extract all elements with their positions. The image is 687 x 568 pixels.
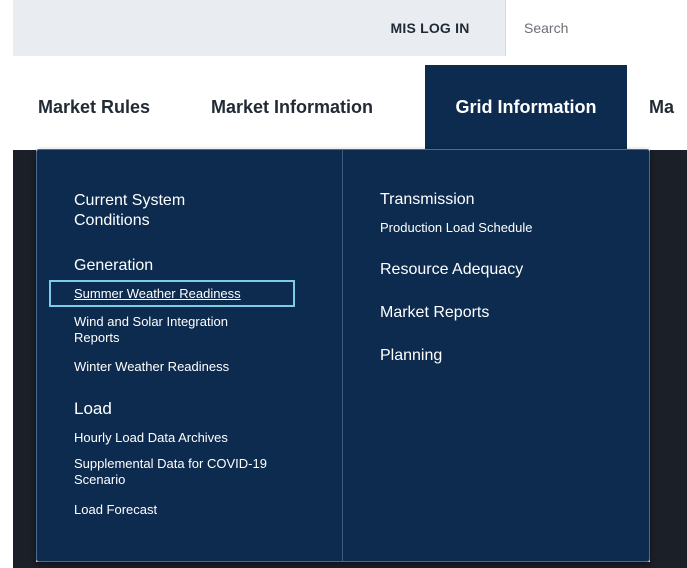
- mis-login-link[interactable]: MIS LOG IN: [355, 0, 505, 56]
- background-image: [13, 150, 36, 568]
- load-heading[interactable]: Load: [74, 399, 112, 419]
- winter-weather-readiness-link[interactable]: Winter Weather Readiness: [74, 359, 229, 375]
- background-image-right: [650, 150, 687, 568]
- nav-market-information[interactable]: Market Information: [211, 56, 373, 150]
- planning-link[interactable]: Planning: [380, 346, 442, 366]
- current-system-conditions-link[interactable]: Current System Conditions: [74, 191, 224, 231]
- supplemental-data-covid-link[interactable]: Supplemental Data for COVID-19 Scenario: [74, 456, 304, 488]
- left-gutter: [0, 0, 13, 568]
- column-divider: [342, 150, 343, 561]
- generation-heading[interactable]: Generation: [74, 256, 153, 276]
- background-image-bottom: [36, 562, 650, 568]
- market-reports-link[interactable]: Market Reports: [380, 303, 489, 323]
- grid-information-dropdown: Current System Conditions Generation Sum…: [36, 149, 650, 562]
- nav-grid-information[interactable]: Grid Information: [425, 65, 627, 150]
- utility-bar: MIS LOG IN: [13, 0, 687, 56]
- search-input[interactable]: [506, 0, 687, 56]
- wind-solar-integration-link[interactable]: Wind and Solar Integration Reports: [74, 314, 274, 346]
- load-forecast-link[interactable]: Load Forecast: [74, 502, 157, 518]
- nav-truncated-item[interactable]: Ma: [649, 56, 674, 150]
- transmission-heading[interactable]: Transmission: [380, 190, 475, 210]
- nav-market-rules[interactable]: Market Rules: [38, 56, 150, 150]
- production-load-schedule-link[interactable]: Production Load Schedule: [380, 220, 533, 236]
- hourly-load-data-archives-link[interactable]: Hourly Load Data Archives: [74, 430, 228, 446]
- search-box[interactable]: [505, 0, 687, 56]
- resource-adequacy-link[interactable]: Resource Adequacy: [380, 260, 523, 280]
- main-nav: Market Rules Market Information Grid Inf…: [13, 56, 687, 150]
- summer-weather-readiness-link[interactable]: Summer Weather Readiness: [74, 286, 241, 302]
